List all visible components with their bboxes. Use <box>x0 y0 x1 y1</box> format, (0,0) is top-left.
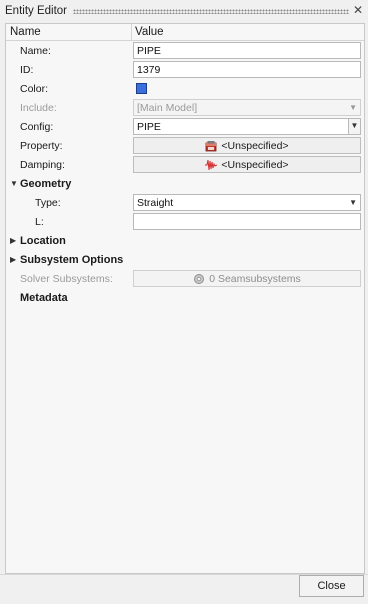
property-label: Property: <box>20 140 63 152</box>
close-button[interactable]: Close <box>299 575 364 597</box>
include-label: Include: <box>20 102 57 114</box>
row-include: Include: [Main Model] ▼ <box>6 99 364 118</box>
column-header-name[interactable]: Name <box>10 26 41 38</box>
section-geometry[interactable]: ▼ Geometry <box>6 175 364 194</box>
location-heading: Location <box>20 235 66 247</box>
name-field[interactable]: PIPE <box>133 42 361 59</box>
config-value: PIPE <box>137 121 161 133</box>
section-subsystem-options[interactable]: ▶ Subsystem Options <box>6 251 364 270</box>
type-select[interactable]: Straight ▼ <box>133 194 361 211</box>
chevron-down-icon: ▼ <box>349 198 357 207</box>
l-field[interactable] <box>133 213 361 230</box>
row-type: Type: Straight ▼ <box>6 194 364 213</box>
id-field[interactable]: 1379 <box>133 61 361 78</box>
column-separator[interactable] <box>131 24 132 41</box>
damping-value: <Unspecified> <box>221 158 289 171</box>
row-damping: Damping: <Unspecified> <box>6 156 364 175</box>
drag-grip[interactable] <box>73 9 349 14</box>
row-l: L: <box>6 213 364 232</box>
close-icon[interactable]: ✕ <box>352 4 364 16</box>
column-header-value[interactable]: Value <box>135 26 164 38</box>
window-title: Entity Editor <box>5 5 67 17</box>
metadata-heading: Metadata <box>20 292 68 304</box>
row-config: Config: PIPE ▼ <box>6 118 364 137</box>
damping-button[interactable]: <Unspecified> <box>133 156 361 173</box>
geometry-heading: Geometry <box>20 178 72 190</box>
section-location[interactable]: ▶ Location <box>6 232 364 251</box>
row-property: Property: <Unspecified> <box>6 137 364 156</box>
row-solver-subsystems: Solver Subsystems: 0 Seamsubsystems <box>6 270 364 289</box>
property-panel: Name Value Name: PIPE ID: 1379 Color: In… <box>5 23 365 574</box>
subsystem-options-heading: Subsystem Options <box>20 254 124 266</box>
damping-label: Damping: <box>20 159 65 171</box>
gear-icon <box>193 273 205 285</box>
table-header: Name Value <box>6 24 364 41</box>
config-select[interactable]: PIPE ▼ <box>133 118 361 135</box>
id-label: ID: <box>20 64 34 76</box>
solver-subsystems-value: 0 Seamsubsystems <box>209 272 301 285</box>
section-metadata[interactable]: Metadata <box>6 289 364 308</box>
row-id: ID: 1379 <box>6 61 364 80</box>
title-bar[interactable]: Entity Editor ✕ <box>0 0 368 22</box>
chevron-down-icon[interactable]: ▼ <box>348 119 360 134</box>
row-name: Name: PIPE <box>6 42 364 61</box>
l-label: L: <box>35 216 44 228</box>
damping-icon <box>205 159 218 171</box>
color-label: Color: <box>20 83 49 95</box>
collapsed-arrow-icon[interactable]: ▶ <box>10 236 16 245</box>
type-label: Type: <box>35 197 61 209</box>
config-label: Config: <box>20 121 54 133</box>
row-color: Color: <box>6 80 364 99</box>
solver-subsystems-label: Solver Subsystems: <box>20 273 113 285</box>
include-value: [Main Model] <box>137 102 198 114</box>
expanded-arrow-icon[interactable]: ▼ <box>10 179 18 188</box>
property-icon <box>205 140 217 152</box>
color-swatch[interactable] <box>136 83 147 94</box>
solver-subsystems-button: 0 Seamsubsystems <box>133 270 361 287</box>
property-button[interactable]: <Unspecified> <box>133 137 361 154</box>
name-label: Name: <box>20 45 51 57</box>
type-value: Straight <box>137 197 174 209</box>
include-select: [Main Model] ▼ <box>133 99 361 116</box>
chevron-down-icon: ▼ <box>349 103 357 112</box>
property-value: <Unspecified> <box>221 139 289 152</box>
collapsed-arrow-icon[interactable]: ▶ <box>10 255 16 264</box>
